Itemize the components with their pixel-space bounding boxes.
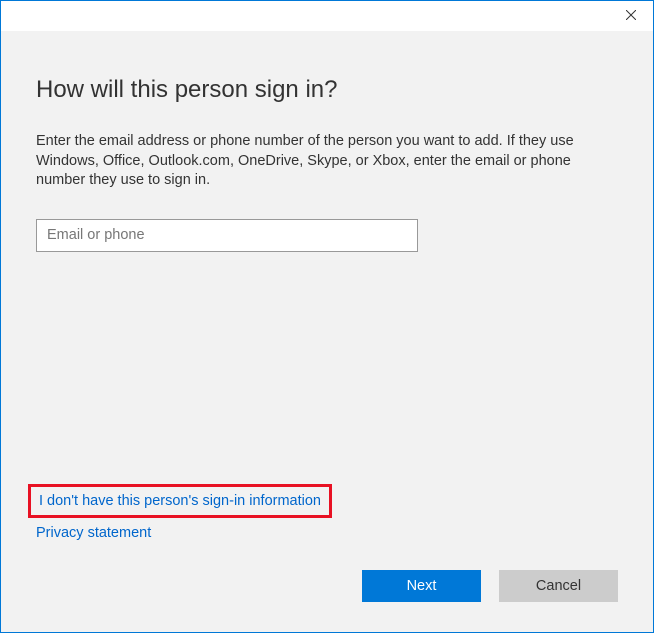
dialog-description: Enter the email address or phone number … <box>36 132 596 191</box>
email-phone-input[interactable] <box>36 219 418 252</box>
no-signin-info-highlight: I don't have this person's sign-in infor… <box>28 484 332 518</box>
dialog-heading: How will this person sign in? <box>36 76 618 104</box>
button-row: Next Cancel <box>36 570 618 612</box>
close-button[interactable] <box>608 1 653 29</box>
titlebar <box>1 1 653 31</box>
no-signin-info-link[interactable]: I don't have this person's sign-in infor… <box>39 493 321 509</box>
links-section: I don't have this person's sign-in infor… <box>36 484 618 542</box>
next-button[interactable]: Next <box>362 570 481 602</box>
close-icon <box>626 10 636 20</box>
cancel-button[interactable]: Cancel <box>499 570 618 602</box>
dialog-window: How will this person sign in? Enter the … <box>0 0 654 633</box>
privacy-statement-link[interactable]: Privacy statement <box>36 525 151 541</box>
dialog-content: How will this person sign in? Enter the … <box>1 31 653 632</box>
